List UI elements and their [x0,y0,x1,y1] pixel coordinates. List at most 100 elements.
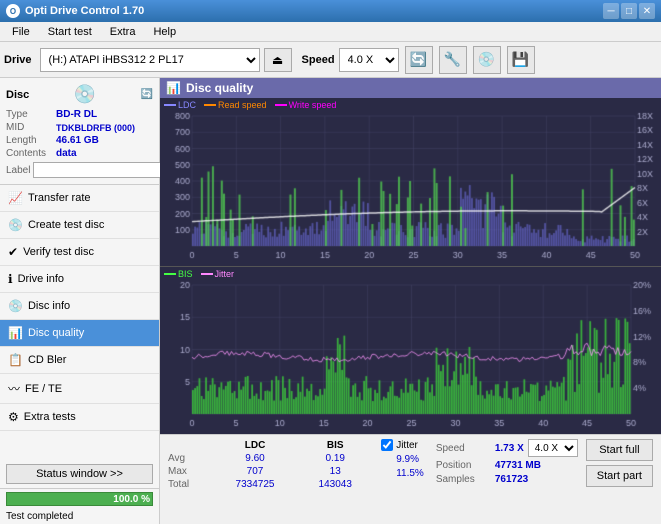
stats-area: LDC BIS Avg 9.60 0.19 Max 707 [160,434,661,524]
start-full-button[interactable]: Start full [586,439,653,461]
max-jitter: 11.5% [381,468,424,479]
max-label: Max [168,465,213,478]
close-button[interactable]: ✕ [639,3,655,19]
app-icon: O [6,4,20,18]
content-area: 📊 Disc quality LDC Read speed Write spee… [160,78,661,524]
speed-label: Speed [302,54,335,66]
chart-title: Disc quality [186,81,253,95]
maximize-button[interactable]: □ [621,3,637,19]
speed-display-value: 1.73 X [495,443,524,454]
sidebar-item-drive-info[interactable]: ℹ Drive info [0,266,159,293]
total-row: Total 7334725 143043 [168,478,373,491]
menu-start-test[interactable]: Start test [40,24,100,40]
sidebar-item-disc-info[interactable]: 💿 Disc info [0,293,159,320]
mid-value: TDKBLDRFB (000) [56,123,135,133]
jitter-checkbox[interactable] [381,439,393,451]
cd-bler-label: CD Bler [28,354,67,366]
titlebar: O Opti Drive Control 1.70 ─ □ ✕ [0,0,661,22]
avg-jitter: 9.9% [381,454,424,465]
eject-button[interactable]: ⏏ [264,48,292,72]
total-bis: 143043 [297,478,373,491]
position-value: 47731 MB [495,460,541,471]
ldc-header: LDC [213,439,297,452]
sidebar-item-transfer-rate[interactable]: 📈 Transfer rate [0,185,159,212]
jitter-col: Jitter 9.9% 11.5% [381,439,424,493]
settings-button[interactable]: 🔧 [439,46,467,74]
sidebar-item-cd-bler[interactable]: 📋 CD Bler [0,347,159,374]
toolbar: Drive (H:) ATAPI iHBS312 2 PL17 ⏏ Speed … [0,42,661,78]
disc-info-icon: 💿 [8,299,23,313]
sidebar-item-extra-tests[interactable]: ⚙ Extra tests [0,404,159,431]
mid-label: MID [6,122,56,133]
speed-display-row: Speed 1.73 X 4.0 X [436,439,578,457]
max-ldc: 707 [213,465,297,478]
speed-select[interactable]: 4.0 X [339,48,399,72]
bis-header: BIS [297,439,373,452]
minimize-button[interactable]: ─ [603,3,619,19]
bis-legend: BIS [164,269,193,279]
type-value: BD-R DL [56,109,97,120]
bottom-chart [160,267,661,434]
fe-te-label: FE / TE [25,383,62,395]
menubar: File Start test Extra Help [0,22,661,42]
menu-file[interactable]: File [4,24,38,40]
fe-te-icon: 〰 [8,380,20,397]
write-speed-legend: Write speed [275,100,337,110]
top-chart [160,98,661,266]
disc-panel-icon: 💿 [74,84,96,105]
progress-text: 100.0 % [113,493,150,506]
drive-label: Drive [4,54,36,66]
position-label: Position [436,460,491,471]
speed-header: Speed [436,443,491,454]
max-bis: 13 [297,465,373,478]
drive-info-icon: ℹ [8,272,13,286]
menu-help[interactable]: Help [145,24,184,40]
length-label: Length [6,135,56,146]
main-layout: Disc 💿 🔄 Type BD-R DL MID TDKBLDRFB (000… [0,78,661,524]
chart-header: 📊 Disc quality [160,78,661,98]
avg-ldc: 9.60 [213,452,297,465]
max-row: Max 707 13 [168,465,373,478]
refresh-button[interactable]: 🔄 [405,46,433,74]
create-test-disc-icon: 💿 [8,218,23,232]
sidebar-item-verify-test-disc[interactable]: ✔ Verify test disc [0,239,159,266]
bottom-chart-legend: BIS Jitter [164,269,234,279]
avg-bis: 0.19 [297,452,373,465]
contents-value: data [56,148,77,159]
status-text: Test completed [0,509,159,524]
sidebar-item-create-test-disc[interactable]: 💿 Create test disc [0,212,159,239]
avg-row: Avg 9.60 0.19 [168,452,373,465]
transfer-rate-icon: 📈 [8,191,23,205]
samples-value: 761723 [495,474,528,485]
verify-test-disc-label: Verify test disc [23,246,94,258]
disc-info-label: Disc info [28,300,70,312]
start-part-button[interactable]: Start part [586,465,653,487]
sidebar-item-fe-te[interactable]: 〰 FE / TE [0,374,159,404]
top-chart-container: LDC Read speed Write speed [160,98,661,267]
label-input[interactable] [33,162,171,178]
progress-area: 100.0 % [0,488,159,509]
disc-icon-btn[interactable]: 💿 [473,46,501,74]
contents-label: Contents [6,148,56,159]
disc-quality-label: Disc quality [28,327,84,339]
disc-refresh-icon[interactable]: 🔄 [141,89,153,100]
sidebar-item-disc-quality[interactable]: 📊 Disc quality [0,320,159,347]
drive-select[interactable]: (H:) ATAPI iHBS312 2 PL17 [40,48,260,72]
jitter-header-label: Jitter [396,440,418,451]
type-label: Type [6,109,56,120]
status-window-button[interactable]: Status window >> [6,464,153,484]
drive-info-label: Drive info [18,273,64,285]
ldc-legend: LDC [164,100,196,110]
position-row: Position 47731 MB [436,460,578,471]
avg-label: Avg [168,452,213,465]
create-test-disc-label: Create test disc [28,219,104,231]
extra-tests-label: Extra tests [24,411,76,423]
disc-quality-icon: 📊 [8,326,23,340]
jitter-header-row: Jitter [381,439,424,451]
menu-extra[interactable]: Extra [102,24,144,40]
top-chart-legend: LDC Read speed Write speed [164,100,336,110]
speed-select-stats[interactable]: 4.0 X [528,439,578,457]
chart-header-icon: 📊 [166,81,181,95]
extra-tests-icon: ⚙ [8,410,19,424]
save-button[interactable]: 💾 [507,46,535,74]
